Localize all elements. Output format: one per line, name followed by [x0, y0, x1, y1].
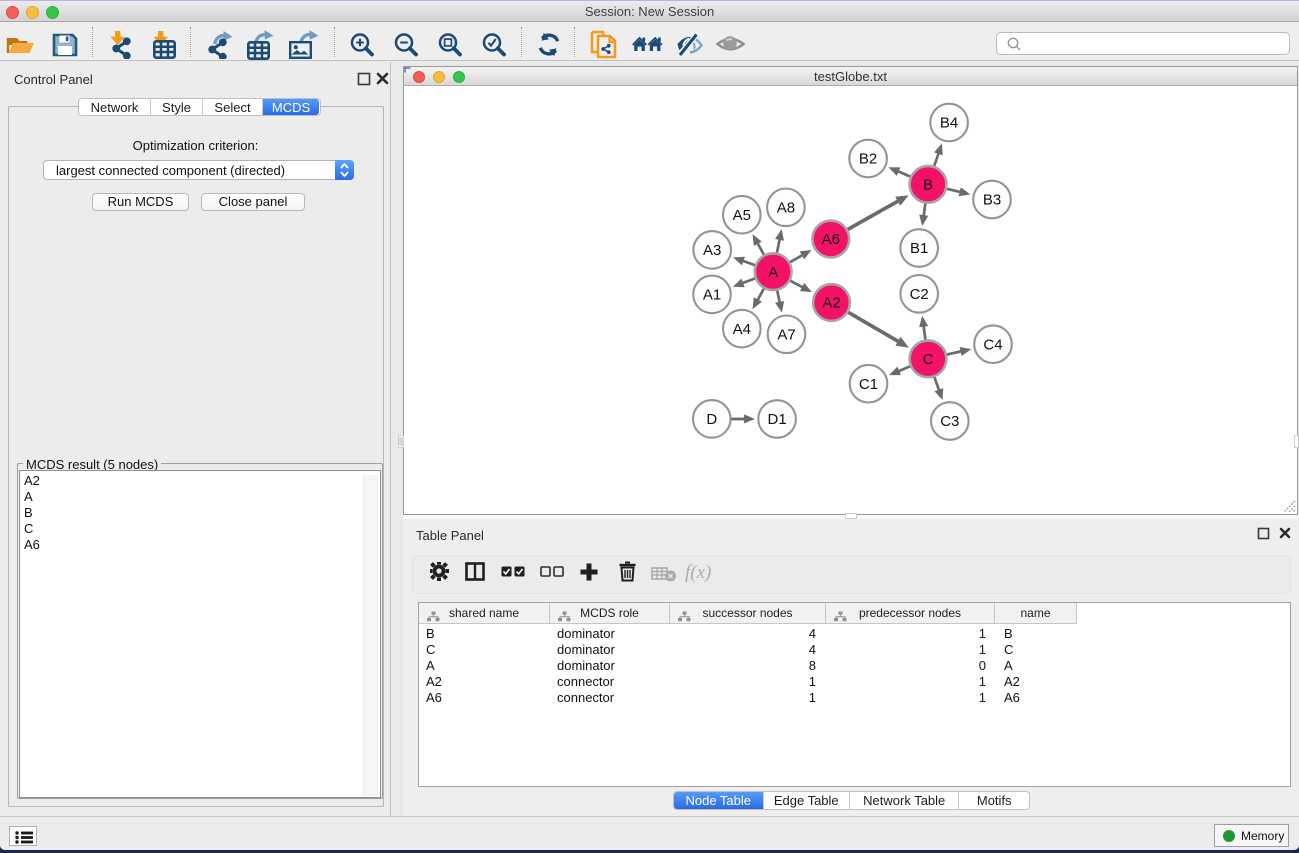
svg-text:A5: A5 [733, 207, 751, 224]
svg-text:B3: B3 [983, 192, 1001, 209]
svg-text:D1: D1 [768, 411, 787, 428]
svg-text:A2: A2 [822, 295, 840, 312]
svg-text:A1: A1 [703, 287, 721, 304]
svg-text:A: A [768, 264, 778, 281]
svg-text:B: B [923, 177, 933, 194]
svg-text:B4: B4 [940, 115, 958, 132]
svg-text:A6: A6 [822, 231, 840, 248]
svg-text:A7: A7 [777, 327, 795, 344]
svg-text:C3: C3 [940, 413, 959, 430]
svg-text:D: D [706, 411, 717, 428]
svg-text:C4: C4 [983, 336, 1002, 353]
svg-text:B1: B1 [910, 240, 928, 257]
svg-text:C1: C1 [859, 376, 878, 393]
svg-text:C: C [923, 351, 934, 368]
svg-text:A8: A8 [777, 200, 795, 217]
svg-text:A3: A3 [703, 242, 721, 259]
svg-text:C2: C2 [910, 286, 929, 303]
svg-text:A4: A4 [733, 321, 751, 338]
svg-text:B2: B2 [859, 151, 877, 168]
